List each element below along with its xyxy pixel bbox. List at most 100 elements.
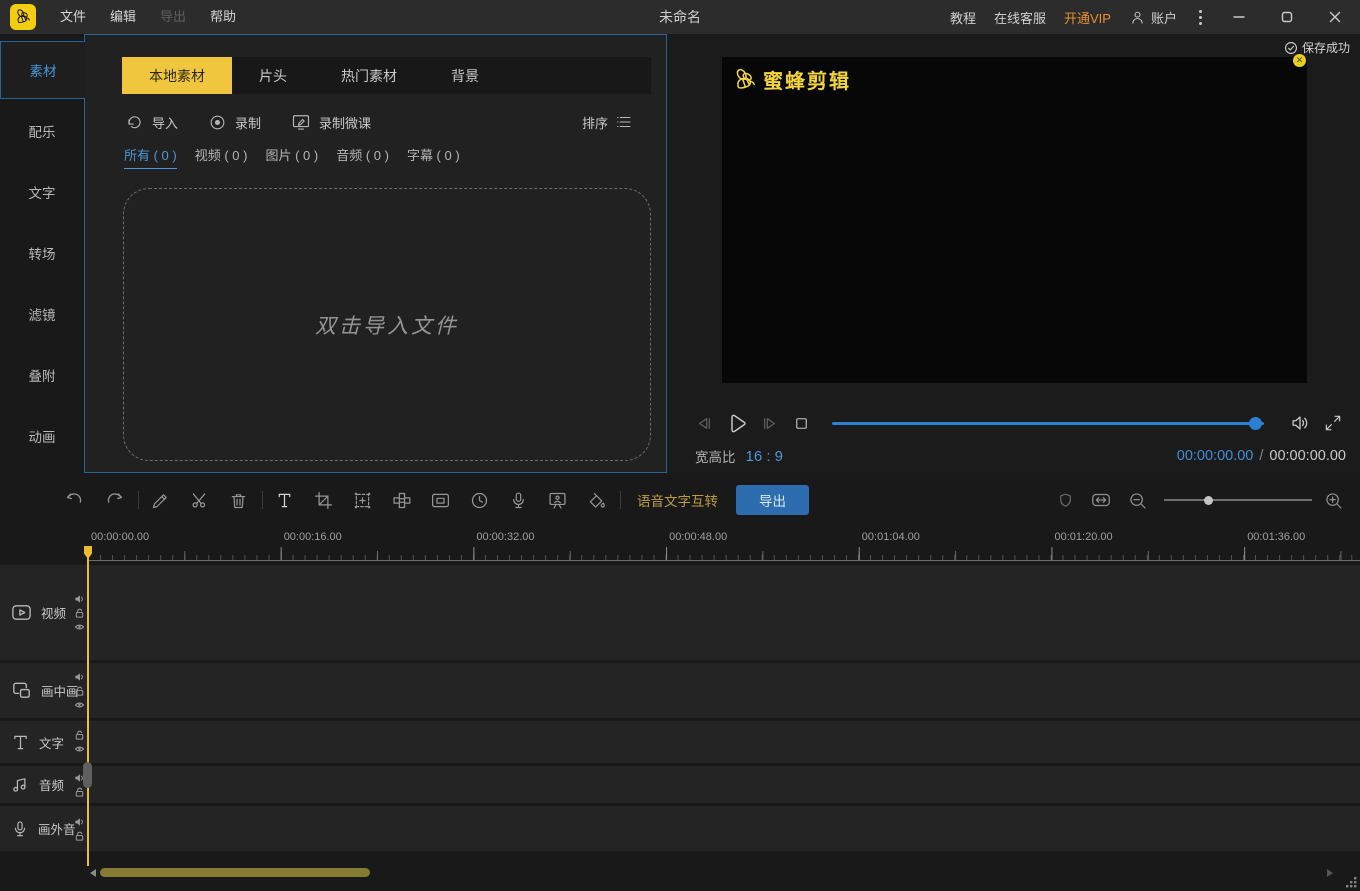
timecode-display: 00:00:00.00/00:00:00.00 — [1177, 448, 1360, 464]
play-button[interactable] — [723, 410, 750, 437]
zoom-in-button[interactable] — [1322, 489, 1344, 511]
support-link[interactable]: 在线客服 — [994, 8, 1046, 27]
record-button[interactable]: 录制 — [208, 113, 261, 132]
sidebar-item-text[interactable]: 文字 — [0, 163, 84, 221]
track-lane-text[interactable] — [88, 721, 1360, 763]
visibility-toggle-icon[interactable] — [74, 699, 85, 710]
sidebar-item-transition[interactable]: 转场 — [0, 224, 84, 282]
menu-help[interactable]: 帮助 — [198, 0, 248, 34]
playhead[interactable] — [87, 546, 89, 866]
seek-slider[interactable] — [832, 416, 1264, 430]
filter-audio[interactable]: 音频 ( 0 ) — [336, 145, 389, 169]
track-lane-audio[interactable] — [88, 766, 1360, 803]
filter-video[interactable]: 视频 ( 0 ) — [195, 145, 248, 169]
voiceover-record-button[interactable] — [507, 489, 529, 511]
paint-bucket-icon — [586, 490, 607, 511]
minimize-button[interactable] — [1224, 5, 1254, 29]
undo-button[interactable] — [64, 489, 86, 511]
volume-button[interactable] — [1289, 412, 1311, 434]
maximize-button[interactable] — [1272, 5, 1302, 29]
timeline-ruler[interactable]: 00:00:00.00 00:00:16.00 00:00:32.00 00:0… — [0, 528, 1360, 561]
stop-button[interactable] — [792, 414, 811, 433]
menu-file[interactable]: 文件 — [48, 0, 98, 34]
mosaic-button[interactable] — [390, 489, 412, 511]
lock-toggle-icon[interactable] — [74, 730, 85, 741]
tutorial-link[interactable]: 教程 — [950, 8, 976, 27]
close-icon — [1328, 10, 1342, 24]
account-button[interactable]: 账户 — [1129, 8, 1177, 27]
import-dropzone[interactable]: 双击导入文件 — [123, 188, 651, 461]
close-button[interactable] — [1320, 5, 1350, 29]
lock-toggle-icon[interactable] — [74, 685, 85, 696]
sidebar-item-music[interactable]: 配乐 — [0, 102, 84, 160]
record-lecture-button[interactable]: 录制微课 — [291, 112, 371, 132]
fullscreen-button[interactable] — [1323, 413, 1343, 433]
vip-link[interactable]: 开通VIP — [1064, 8, 1111, 27]
redo-button[interactable] — [103, 489, 125, 511]
track-header-pip[interactable]: 画中画 — [0, 663, 88, 718]
aspect-ratio-control[interactable]: 宽高比 16 : 9 — [667, 446, 783, 466]
scrollbar-thumb[interactable] — [100, 868, 370, 877]
prev-frame-button[interactable] — [694, 413, 715, 434]
filter-all[interactable]: 所有 ( 0 ) — [124, 145, 177, 169]
tab-hot-material[interactable]: 热门素材 — [314, 57, 424, 94]
sort-button[interactable]: 排序 — [582, 113, 633, 132]
scroll-left-arrow-icon[interactable] — [90, 869, 96, 877]
undo-icon — [64, 489, 86, 511]
next-frame-button[interactable] — [759, 413, 780, 434]
clock-icon — [469, 490, 490, 511]
overlay-button[interactable] — [429, 489, 451, 511]
track-lane-video[interactable] — [88, 565, 1360, 660]
add-text-button[interactable] — [273, 489, 295, 511]
speech-text-convert-button[interactable]: 语音文字互转 — [637, 490, 718, 510]
track-scroll-handle[interactable] — [83, 762, 92, 788]
visibility-toggle-icon[interactable] — [74, 744, 85, 755]
sidebar-item-animation[interactable]: 动画 — [0, 407, 84, 465]
presenter-button[interactable] — [546, 489, 568, 511]
sidebar-item-filter[interactable]: 滤镜 — [0, 285, 84, 343]
filter-subtitle[interactable]: 字幕 ( 0 ) — [407, 145, 460, 169]
track-lane-voiceover[interactable] — [88, 806, 1360, 851]
remove-watermark-button[interactable]: ✕ — [1293, 54, 1306, 67]
lock-toggle-icon[interactable] — [74, 786, 85, 797]
split-button[interactable] — [188, 489, 210, 511]
visibility-toggle-icon[interactable] — [74, 621, 85, 632]
resize-grip-icon[interactable] — [1344, 875, 1358, 889]
fit-timeline-button[interactable] — [1090, 489, 1112, 511]
track-lane-pip[interactable] — [88, 663, 1360, 718]
crop-icon — [313, 490, 334, 511]
crop-button[interactable] — [312, 489, 334, 511]
scroll-right-arrow-icon[interactable] — [1327, 869, 1333, 877]
zoom-slider-knob[interactable] — [1204, 496, 1213, 505]
mute-toggle-icon[interactable] — [74, 816, 85, 827]
filter-image[interactable]: 图片 ( 0 ) — [265, 145, 318, 169]
tab-local-material[interactable]: 本地素材 — [122, 57, 232, 94]
more-menu-icon[interactable] — [1195, 10, 1206, 25]
track-header-text[interactable]: 文字 — [0, 721, 88, 763]
tab-intro[interactable]: 片头 — [232, 57, 314, 94]
sidebar-item-material[interactable]: 素材 — [0, 41, 85, 99]
timeline-zoom-slider[interactable] — [1164, 494, 1312, 506]
mute-toggle-icon[interactable] — [74, 671, 85, 682]
zoom-out-button[interactable] — [1126, 489, 1148, 511]
edit-button[interactable] — [149, 489, 171, 511]
mute-toggle-icon[interactable] — [74, 593, 85, 604]
timecode-total: 00:00:00.00 — [1269, 448, 1346, 464]
marker-button[interactable] — [1054, 489, 1076, 511]
app-logo[interactable] — [10, 4, 36, 30]
sidebar-item-overlay[interactable]: 叠附 — [0, 346, 84, 404]
track-header-video[interactable]: 视频 — [0, 565, 88, 660]
zoom-region-button[interactable] — [351, 489, 373, 511]
import-button[interactable]: 导入 — [124, 112, 178, 132]
track-header-audio[interactable]: 音频 — [0, 766, 88, 803]
menu-edit[interactable]: 编辑 — [98, 0, 148, 34]
delete-button[interactable] — [227, 489, 249, 511]
export-button[interactable]: 导出 — [736, 485, 809, 515]
lock-toggle-icon[interactable] — [74, 607, 85, 618]
tab-background[interactable]: 背景 — [424, 57, 506, 94]
track-header-voiceover[interactable]: 画外音 — [0, 806, 88, 851]
seek-knob[interactable] — [1249, 417, 1262, 430]
color-fill-button[interactable] — [585, 489, 607, 511]
lock-toggle-icon[interactable] — [74, 830, 85, 841]
duration-button[interactable] — [468, 489, 490, 511]
